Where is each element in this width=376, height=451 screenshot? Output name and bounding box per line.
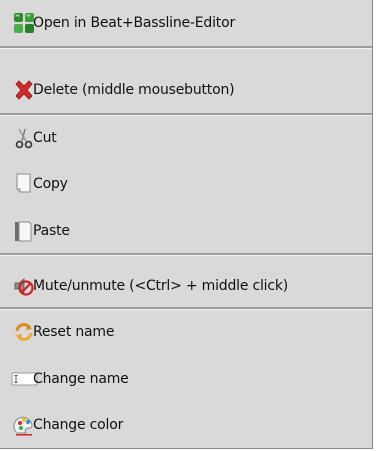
mute-icon	[13, 275, 35, 297]
context-menu: Open in Beat+Bassline-Editor Delete (mid…	[0, 0, 373, 449]
menu-item-open-in-beat-bassline-editor[interactable]: Open in Beat+Bassline-Editor	[0, 0, 372, 46]
menu-item-cut[interactable]: Cut	[0, 115, 372, 161]
menu-item-label: Copy	[33, 176, 68, 192]
menu-item-mute-unmute[interactable]: Mute/unmute (<Ctrl> + middle click)	[0, 263, 372, 309]
menu-item-change-name[interactable]: Change name	[0, 356, 372, 402]
copy-icon	[13, 173, 35, 195]
menu-item-label: Change name	[33, 371, 129, 387]
menu-item-label: Mute/unmute (<Ctrl> + middle click)	[33, 278, 289, 294]
scissors-icon	[13, 127, 35, 149]
menu-separator	[0, 253, 372, 256]
menu-item-delete[interactable]: Delete (middle mousebutton)	[0, 67, 372, 113]
color-palette-icon	[13, 414, 35, 436]
paste-icon	[13, 220, 35, 242]
menu-item-change-color[interactable]: Change color	[0, 402, 372, 448]
reset-icon	[13, 321, 35, 343]
menu-item-label: Change color	[33, 417, 124, 433]
menu-item-label: Cut	[33, 130, 57, 146]
menu-item-reset-name[interactable]: Reset name	[0, 309, 372, 355]
delete-icon	[13, 79, 35, 101]
menu-separator	[0, 46, 372, 49]
beat-bassline-editor-icon	[13, 12, 35, 34]
menu-item-paste[interactable]: Paste	[0, 208, 372, 254]
menu-item-label: Paste	[33, 223, 70, 239]
menu-item-label: Open in Beat+Bassline-Editor	[33, 15, 235, 31]
menu-item-copy[interactable]: Copy	[0, 161, 372, 207]
menu-item-label: Delete (middle mousebutton)	[33, 82, 235, 98]
menu-item-label: Reset name	[33, 324, 115, 340]
